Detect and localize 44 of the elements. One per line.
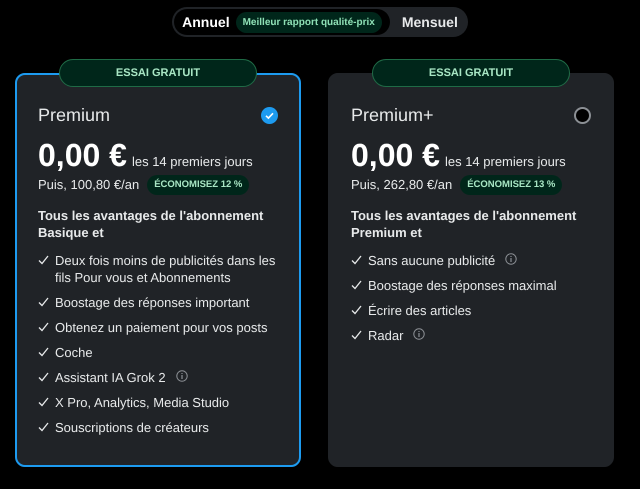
feature-text: Écrire des articles bbox=[368, 302, 472, 320]
feature-text: Radar bbox=[368, 327, 404, 344]
feature-text: Obtenez un paiement pour vos posts bbox=[55, 319, 268, 336]
savings-badge: ÉCONOMISEZ 12 % bbox=[147, 175, 250, 196]
check-icon bbox=[38, 347, 49, 358]
renewal-price: Puis, 262,80 €/an bbox=[351, 176, 452, 194]
plan-name: Premium bbox=[38, 104, 110, 127]
check-icon bbox=[351, 330, 362, 340]
check-icon bbox=[351, 305, 362, 316]
savings-badge: ÉCONOMISEZ 13 % bbox=[460, 175, 562, 196]
price: 0,00 € bbox=[351, 136, 440, 175]
check-icon bbox=[38, 255, 49, 266]
feature-text: Deux fois moins de publicités dans les fils Pour vous et Abonnements bbox=[55, 252, 276, 286]
feature-text: Sans aucune publicité bbox=[368, 252, 496, 270]
feature-text: Boostage des réponses important bbox=[55, 294, 250, 312]
info-icon[interactable] bbox=[505, 253, 518, 266]
info-icon[interactable] bbox=[176, 370, 188, 382]
renewal-price: Puis, 100,80 €/an bbox=[38, 176, 140, 194]
billing-tab[interactable]: Mensuel bbox=[394, 9, 466, 35]
billing-tab[interactable]: Annuel Meilleur rapport qualité-prix bbox=[174, 9, 390, 35]
feature-text: Coche bbox=[55, 344, 93, 362]
feature-text: Boostage des réponses maximal bbox=[368, 277, 557, 294]
benefits-intro: Tous les avantages de l'abonnement Basique et bbox=[38, 207, 264, 242]
check-icon bbox=[38, 297, 49, 308]
check-icon bbox=[38, 397, 49, 408]
plan-name: Premium+ bbox=[351, 104, 434, 127]
radio-icon[interactable] bbox=[574, 107, 591, 124]
price-note: les 14 premiers jours bbox=[444, 153, 566, 171]
value-badge: Meilleur rapport qualité-prix bbox=[236, 12, 382, 32]
radio-checked-icon[interactable] bbox=[261, 107, 278, 124]
info-icon[interactable] bbox=[413, 328, 426, 340]
trial-badge: ESSAI GRATUIT bbox=[372, 59, 570, 87]
feature-text: X Pro, Analytics, Media Studio bbox=[55, 394, 230, 412]
price: 0,00 € bbox=[38, 136, 127, 175]
check-icon bbox=[351, 255, 362, 266]
benefits-intro: Tous les avantages de l'abonnement Premium et bbox=[351, 207, 578, 242]
check-icon bbox=[38, 372, 49, 382]
feature-text: Assistant IA Grok 2 bbox=[55, 369, 166, 386]
check-icon bbox=[38, 422, 49, 432]
feature-text: Souscriptions de créateurs bbox=[55, 419, 209, 436]
price-note: les 14 premiers jours bbox=[132, 153, 253, 171]
trial-badge: ESSAI GRATUIT bbox=[59, 59, 257, 87]
check-icon bbox=[351, 280, 362, 290]
check-icon bbox=[38, 322, 49, 332]
